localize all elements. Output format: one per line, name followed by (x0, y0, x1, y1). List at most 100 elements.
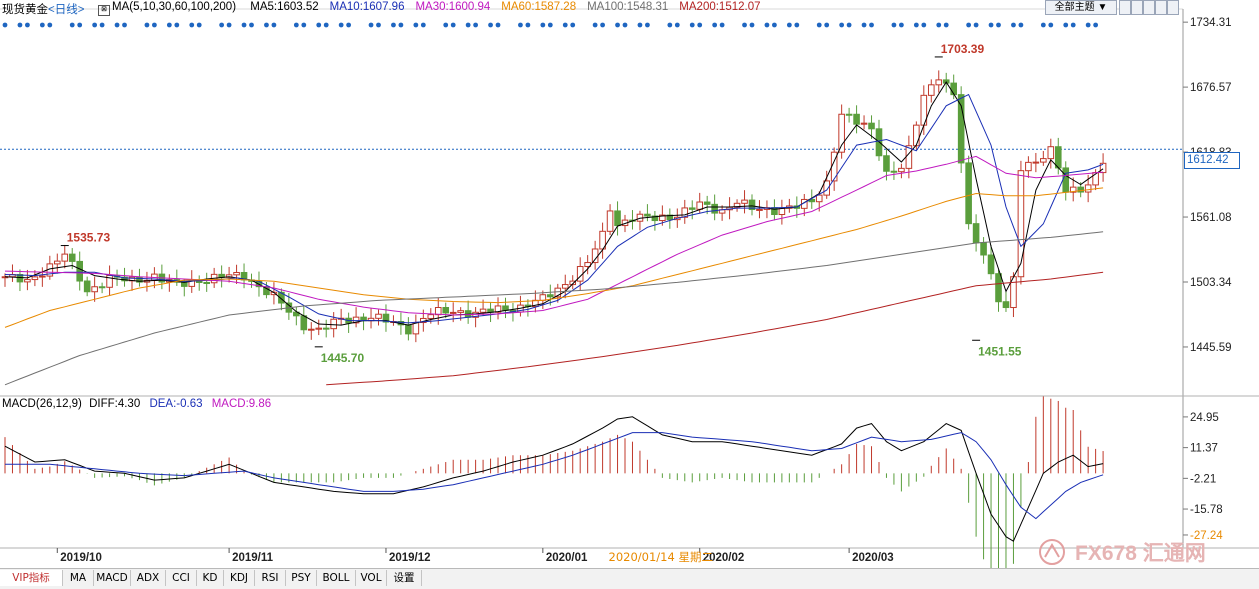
tab-2[interactable]: MACD (94, 570, 131, 586)
candle-body (890, 170, 898, 173)
candle-body (322, 327, 330, 330)
date-tick-label: 2020/03 (852, 552, 894, 564)
candle-body (68, 253, 76, 262)
macd-diff-line (4, 416, 1104, 542)
tab-9[interactable]: BOLL (317, 570, 356, 586)
event-dot (2, 22, 8, 28)
event-dot (966, 22, 972, 28)
event-dot (1063, 22, 1069, 28)
event-dot (742, 22, 747, 28)
candle-body (31, 276, 39, 281)
macd-legend: MACD(26,12,9) DIFF:4.30 DEA:-0.63 MACD:9… (2, 398, 271, 410)
event-dot (697, 22, 703, 28)
candle-body (995, 273, 1002, 303)
ma-settings-icon[interactable]: ⊠ (98, 5, 110, 16)
event-dot (570, 22, 576, 28)
candle-body (913, 124, 920, 147)
event-dot (592, 22, 598, 28)
period-label[interactable]: <日线> (48, 4, 84, 16)
tab-5[interactable]: KD (197, 570, 224, 586)
macd-params[interactable]: MACD(26,12,9) (2, 398, 82, 410)
event-dot (637, 22, 643, 28)
event-dot (622, 22, 628, 28)
date-tick-label: 2019/10 (60, 552, 102, 564)
event-dot (615, 22, 620, 28)
event-dot (996, 22, 1001, 28)
theme-select[interactable]: 全部主题 ▼ (1045, 0, 1117, 15)
chart-canvas[interactable]: 1734.311676.571618.831561.081503.341445.… (0, 0, 1259, 568)
candle-body (838, 113, 845, 153)
event-dot (689, 22, 695, 28)
event-dot (764, 22, 770, 28)
candle-body (860, 122, 868, 125)
candle-body (479, 308, 487, 313)
event-dot (794, 22, 800, 28)
event-dot (973, 22, 979, 28)
tab-0[interactable]: VIP指标 (0, 570, 63, 586)
candle-body (980, 242, 987, 256)
candle-body (972, 223, 980, 244)
event-dot (525, 22, 531, 28)
tab-10[interactable]: VOL (356, 570, 387, 586)
event-dot (25, 22, 30, 28)
macd-tick-label: 24.95 (1190, 412, 1219, 424)
ma-value-2: MA30:1600.94 (415, 1, 491, 13)
event-dot (323, 22, 329, 28)
candle-body (868, 122, 875, 130)
date-tick-label: 2019/11 (232, 552, 274, 564)
event-dot (667, 22, 673, 28)
event-dot (122, 22, 127, 28)
candle-body (83, 280, 91, 293)
toolbar-btn-1[interactable] (1119, 0, 1131, 15)
ma-params[interactable]: MA(5,10,30,60,100,200) (112, 1, 236, 13)
candle-body (606, 210, 614, 232)
ma-value-0: MA5:1603.52 (250, 1, 319, 13)
toolbar-btn-2[interactable] (1131, 0, 1143, 15)
candle-body (76, 260, 84, 282)
event-dot (420, 22, 426, 28)
tab-4[interactable]: CCI (166, 570, 197, 586)
event-dot (518, 22, 523, 28)
event-dot (674, 22, 680, 28)
event-dot (749, 22, 755, 28)
candle-body (1040, 158, 1047, 163)
candle-body (815, 194, 823, 203)
candle-body (233, 272, 240, 276)
candle-body (741, 199, 748, 204)
ma-line-ma100 (4, 231, 1104, 386)
tab-11[interactable]: 设置 (387, 570, 422, 586)
tab-6[interactable]: KDJ (224, 570, 255, 586)
macd-tick-label: -2.21 (1190, 473, 1216, 485)
ma-value-3: MA60:1587.28 (501, 1, 577, 13)
event-dot (1070, 22, 1076, 28)
candle-body (1084, 184, 1092, 193)
candle-body (547, 294, 554, 298)
candle-body (950, 82, 957, 96)
event-dot (174, 22, 180, 28)
candle-body (614, 210, 621, 227)
tab-1[interactable]: MA (63, 570, 94, 586)
candle-body (457, 310, 464, 313)
event-dot (1093, 22, 1099, 28)
price-tick-label: 1445.59 (1190, 342, 1232, 354)
toolbar-btn-3[interactable] (1143, 0, 1155, 15)
candle-body (898, 167, 905, 173)
candle-body (1032, 161, 1040, 164)
high-label: 1703.39 (941, 42, 985, 56)
event-dot (473, 22, 479, 28)
high-label: 1535.73 (67, 231, 111, 245)
candle-body (300, 315, 308, 331)
event-dot (196, 22, 202, 28)
tab-7[interactable]: RSI (255, 570, 286, 586)
toolbar-btn-5[interactable] (1167, 0, 1179, 15)
event-dot (1040, 22, 1046, 28)
candle-body (442, 307, 450, 314)
event-dot (1048, 22, 1054, 28)
ma-value-4: MA100:1548.31 (587, 1, 669, 13)
tab-3[interactable]: ADX (131, 570, 166, 586)
toolbar-btn-4[interactable] (1155, 0, 1167, 15)
candle-body (756, 208, 763, 211)
tab-8[interactable]: PSY (286, 570, 317, 586)
candle-body (987, 254, 995, 275)
event-dot (398, 22, 404, 28)
